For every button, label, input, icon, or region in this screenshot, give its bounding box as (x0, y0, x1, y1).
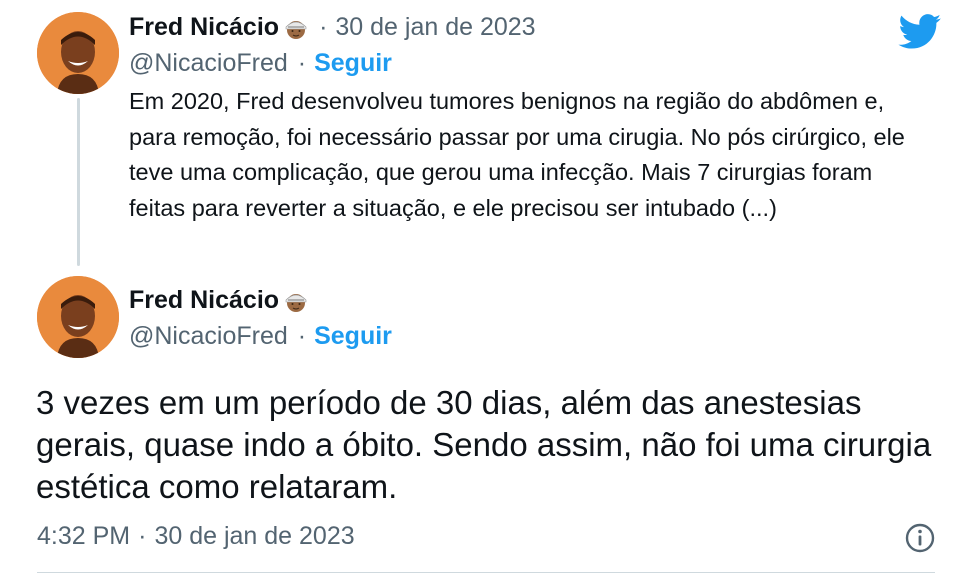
separator-dot: · (138, 522, 147, 550)
tweet2-handle-row: @NicacioFred · Seguir (129, 322, 392, 351)
follow-button[interactable]: Seguir (314, 49, 392, 78)
tweet-footer-date[interactable]: 30 de jan de 2023 (154, 522, 354, 551)
embedded-tweet-card: Fred Nicácio · 30 de jan de 2023 @Nicaci… (0, 0, 972, 578)
firefighter-emoji-icon (285, 293, 307, 312)
follow-button[interactable]: Seguir (314, 322, 392, 351)
tweet-text: 3 vezes em um período de 30 dias, além d… (36, 384, 932, 505)
avatar[interactable] (37, 12, 119, 94)
display-name[interactable]: Fred Nicácio (129, 286, 279, 315)
separator-dot: · (297, 49, 307, 77)
profile-photo (37, 12, 119, 94)
tweet-time[interactable]: 4:32 PM (37, 522, 130, 551)
avatar[interactable] (37, 276, 119, 358)
user-handle[interactable]: @NicacioFred (129, 322, 288, 351)
tweet-text: Em 2020, Fred desenvolveu tumores benign… (129, 88, 905, 221)
user-handle[interactable]: @NicacioFred (129, 49, 288, 78)
display-name[interactable]: Fred Nicácio (129, 13, 279, 42)
tweet-timestamp[interactable]: 4:32 PM · 30 de jan de 2023 (37, 522, 355, 551)
tweet-date[interactable]: 30 de jan de 2023 (335, 13, 535, 42)
footer-divider (37, 572, 935, 573)
tweet1-handle-row: @NicacioFred · Seguir (129, 49, 392, 78)
twitter-bird-icon[interactable] (898, 14, 942, 50)
tweet1-header: Fred Nicácio · 30 de jan de 2023 (129, 13, 536, 42)
separator-dot: · (319, 13, 328, 41)
firefighter-emoji-icon (285, 20, 307, 39)
separator-dot: · (297, 322, 307, 350)
info-icon[interactable] (904, 522, 936, 554)
profile-photo (37, 276, 119, 358)
thread-connector (77, 98, 80, 266)
tweet2-header: Fred Nicácio (129, 286, 309, 315)
